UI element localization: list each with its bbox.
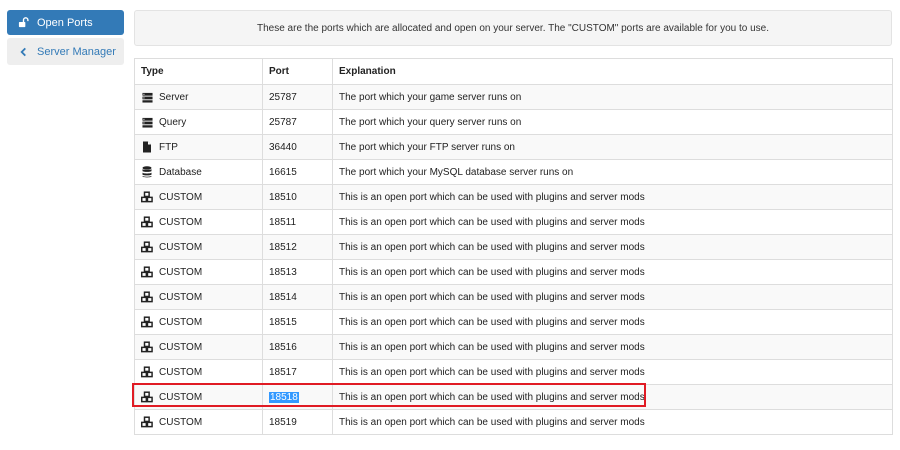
type-cell: Query (134, 109, 263, 135)
ports-info-notice: These are the ports which are allocated … (134, 10, 892, 46)
ports-table: Type Port Explanation Server 25787 The p… (134, 58, 893, 435)
type-label: FTP (159, 141, 178, 153)
file-icon (141, 141, 153, 153)
type-label: CUSTOM (159, 341, 203, 353)
unlock-icon (17, 17, 29, 29)
type-label: Server (159, 91, 189, 103)
type-label: CUSTOM (159, 316, 203, 328)
table-row: CUSTOM 18516 This is an open port which … (134, 334, 893, 360)
sidebar-item-label: Server Manager (37, 45, 116, 58)
table-row: CUSTOM 18512 This is an open port which … (134, 234, 893, 260)
cubes-icon (141, 241, 153, 253)
explanation-cell: This is an open port which can be used w… (332, 259, 893, 285)
port-cell: 18513 (262, 259, 333, 285)
type-cell: CUSTOM (134, 409, 263, 435)
sidebar-item-open-ports[interactable]: Open Ports (7, 10, 124, 35)
type-cell: Server (134, 84, 263, 110)
type-label: CUSTOM (159, 191, 203, 203)
type-cell: CUSTOM (134, 334, 263, 360)
selected-port-text[interactable]: 18518 (269, 391, 299, 403)
table-header-row: Type Port Explanation (134, 58, 893, 85)
port-cell: 18517 (262, 359, 333, 385)
type-label: CUSTOM (159, 241, 203, 253)
type-cell: CUSTOM (134, 259, 263, 285)
cubes-icon (141, 216, 153, 228)
type-label: CUSTOM (159, 366, 203, 378)
type-cell: FTP (134, 134, 263, 160)
table-row: FTP 36440 The port which your FTP server… (134, 134, 893, 160)
type-label: Database (159, 166, 202, 178)
port-cell: 18515 (262, 309, 333, 335)
sidebar: Open Ports Server Manager (7, 10, 124, 65)
type-cell: CUSTOM (134, 234, 263, 260)
table-row: CUSTOM 18515 This is an open port which … (134, 309, 893, 335)
type-label: CUSTOM (159, 291, 203, 303)
table-row: Query 25787 The port which your query se… (134, 109, 893, 135)
explanation-cell: The port which your game server runs on (332, 84, 893, 110)
cubes-icon (141, 191, 153, 203)
port-cell: 18510 (262, 184, 333, 210)
port-cell: 18512 (262, 234, 333, 260)
type-label: CUSTOM (159, 391, 203, 403)
type-cell: CUSTOM (134, 284, 263, 310)
explanation-cell: This is an open port which can be used w… (332, 184, 893, 210)
type-label: Query (159, 116, 187, 128)
explanation-cell: This is an open port which can be used w… (332, 409, 893, 435)
type-label: CUSTOM (159, 216, 203, 228)
explanation-cell: This is an open port which can be used w… (332, 309, 893, 335)
type-cell: Database (134, 159, 263, 185)
table-row: CUSTOM 18511 This is an open port which … (134, 209, 893, 235)
port-cell: 36440 (262, 134, 333, 160)
type-label: CUSTOM (159, 416, 203, 428)
sidebar-item-server-manager[interactable]: Server Manager (7, 38, 124, 65)
cubes-icon (141, 291, 153, 303)
cubes-icon (141, 266, 153, 278)
port-cell: 18511 (262, 209, 333, 235)
table-row: CUSTOM 18514 This is an open port which … (134, 284, 893, 310)
type-cell: CUSTOM (134, 184, 263, 210)
port-cell: 18519 (262, 409, 333, 435)
explanation-cell: This is an open port which can be used w… (332, 234, 893, 260)
cubes-icon (141, 366, 153, 378)
table-row: Database 16615 The port which your MySQL… (134, 159, 893, 185)
cubes-icon (141, 391, 153, 403)
chevron-left-icon (17, 46, 29, 58)
type-cell: CUSTOM (134, 359, 263, 385)
notice-text: These are the ports which are allocated … (256, 22, 769, 34)
database-icon (141, 166, 153, 178)
port-cell: 25787 (262, 109, 333, 135)
explanation-cell: The port which your query server runs on (332, 109, 893, 135)
port-cell: 18516 (262, 334, 333, 360)
column-header-type: Type (134, 58, 263, 85)
explanation-cell: The port which your FTP server runs on (332, 134, 893, 160)
explanation-cell: This is an open port which can be used w… (332, 384, 893, 410)
table-row-selected: CUSTOM 18518 This is an open port which … (134, 384, 893, 410)
cubes-icon (141, 341, 153, 353)
table-row: CUSTOM 18517 This is an open port which … (134, 359, 893, 385)
cubes-icon (141, 316, 153, 328)
explanation-cell: This is an open port which can be used w… (332, 334, 893, 360)
server-icon (141, 91, 153, 103)
table-row: Server 25787 The port which your game se… (134, 84, 893, 110)
explanation-cell: The port which your MySQL database serve… (332, 159, 893, 185)
explanation-cell: This is an open port which can be used w… (332, 284, 893, 310)
port-cell: 25787 (262, 84, 333, 110)
explanation-cell: This is an open port which can be used w… (332, 209, 893, 235)
server-icon (141, 116, 153, 128)
sidebar-item-label: Open Ports (37, 16, 93, 29)
cubes-icon (141, 416, 153, 428)
type-cell: CUSTOM (134, 384, 263, 410)
table-row: CUSTOM 18519 This is an open port which … (134, 409, 893, 435)
port-cell: 18514 (262, 284, 333, 310)
table-row: CUSTOM 18510 This is an open port which … (134, 184, 893, 210)
port-cell: 16615 (262, 159, 333, 185)
column-header-explanation: Explanation (332, 58, 893, 85)
column-header-port: Port (262, 58, 333, 85)
port-cell[interactable]: 18518 (262, 384, 333, 410)
type-cell: CUSTOM (134, 309, 263, 335)
table-row: CUSTOM 18513 This is an open port which … (134, 259, 893, 285)
type-label: CUSTOM (159, 266, 203, 278)
type-cell: CUSTOM (134, 209, 263, 235)
explanation-cell: This is an open port which can be used w… (332, 359, 893, 385)
